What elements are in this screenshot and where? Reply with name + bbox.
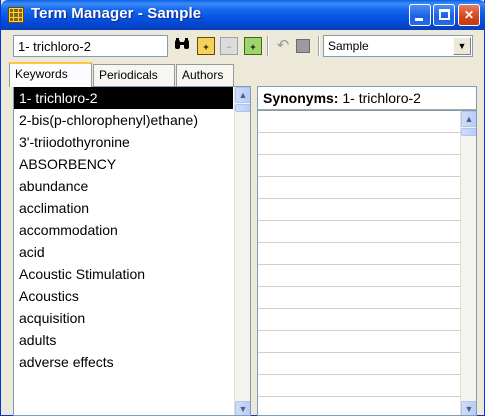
term-manager-window: Term Manager - Sample ✕ + − + ↶ Sample ▼… <box>0 0 485 416</box>
table-row[interactable] <box>258 177 460 199</box>
maximize-icon <box>439 9 450 20</box>
keyword-list[interactable]: 1- trichloro-2 2-bis(p-chlorophenyl)etha… <box>13 86 251 416</box>
scroll-down-icon[interactable]: ▼ <box>235 401 250 415</box>
list-item[interactable]: 1- trichloro-2 <box>14 87 233 109</box>
minimize-icon <box>415 18 423 21</box>
table-row[interactable] <box>258 287 460 309</box>
chevron-down-icon[interactable]: ▼ <box>453 37 471 55</box>
tab-authors[interactable]: Authors <box>176 64 234 86</box>
toolbar-separator <box>318 36 320 56</box>
tab-periodicals[interactable]: Periodicals <box>93 64 175 86</box>
table-row[interactable] <box>258 133 460 155</box>
table-row[interactable] <box>258 265 460 287</box>
table-row[interactable] <box>258 155 460 177</box>
list-item[interactable]: 2-bis(p-chlorophenyl)ethane) <box>14 109 234 131</box>
toolbar-separator <box>267 36 269 56</box>
synonym-list[interactable]: ▲ ▼ <box>257 110 477 416</box>
list-item[interactable]: ABSORBENCY <box>14 153 234 175</box>
synonyms-label: Synonyms: <box>263 90 339 106</box>
keyword-list-scrollbar[interactable]: ▲ ▼ <box>234 87 250 415</box>
scroll-up-icon[interactable]: ▲ <box>461 111 476 127</box>
scroll-down-icon[interactable]: ▼ <box>461 401 476 415</box>
app-grid-icon <box>8 7 24 23</box>
add-term-icon[interactable]: + <box>197 37 215 55</box>
window-title: Term Manager - Sample <box>31 5 202 22</box>
tab-keywords[interactable]: Keywords <box>9 62 92 87</box>
maximize-button[interactable] <box>433 4 455 26</box>
list-item[interactable]: accommodation <box>14 219 234 241</box>
list-item[interactable]: Acoustic Stimulation <box>14 263 234 285</box>
database-select[interactable]: Sample ▼ <box>323 35 473 57</box>
table-row[interactable] <box>258 111 460 133</box>
table-row[interactable] <box>258 375 460 397</box>
close-icon: ✕ <box>463 8 475 22</box>
synonyms-term: 1- trichloro-2 <box>342 90 421 106</box>
list-item[interactable]: Acoustics <box>14 285 234 307</box>
table-row[interactable] <box>258 243 460 265</box>
toolbar: + − + ↶ Sample ▼ <box>1 30 485 62</box>
synonym-list-scrollbar[interactable]: ▲ ▼ <box>460 111 476 415</box>
list-item[interactable]: abundance <box>14 175 234 197</box>
undo-icon[interactable]: ↶ <box>274 37 292 55</box>
list-item[interactable]: acquisition <box>14 307 234 329</box>
scroll-up-icon[interactable]: ▲ <box>235 87 250 103</box>
add-synonym-icon[interactable]: + <box>244 37 262 55</box>
list-item[interactable]: adverse effects <box>14 351 234 373</box>
table-row[interactable] <box>258 199 460 221</box>
save-icon[interactable] <box>296 39 310 53</box>
table-row[interactable] <box>258 309 460 331</box>
delete-term-icon[interactable]: − <box>220 37 238 55</box>
scroll-thumb[interactable] <box>235 104 250 112</box>
term-input[interactable] <box>13 35 168 57</box>
list-item[interactable]: 3'-triiodothyronine <box>14 131 234 153</box>
binoculars-icon[interactable] <box>173 37 191 55</box>
title-bar[interactable]: Term Manager - Sample ✕ <box>1 0 485 30</box>
list-item[interactable]: acclimation <box>14 197 234 219</box>
synonyms-header: Synonyms: 1- trichloro-2 <box>257 86 477 110</box>
minimize-button[interactable] <box>409 4 431 26</box>
table-row[interactable] <box>258 221 460 243</box>
table-row[interactable] <box>258 331 460 353</box>
table-row[interactable] <box>258 353 460 375</box>
list-item[interactable]: adults <box>14 329 234 351</box>
close-button[interactable]: ✕ <box>458 4 480 26</box>
list-item[interactable]: acid <box>14 241 234 263</box>
scroll-thumb[interactable] <box>461 128 476 136</box>
database-select-value: Sample <box>328 39 369 53</box>
